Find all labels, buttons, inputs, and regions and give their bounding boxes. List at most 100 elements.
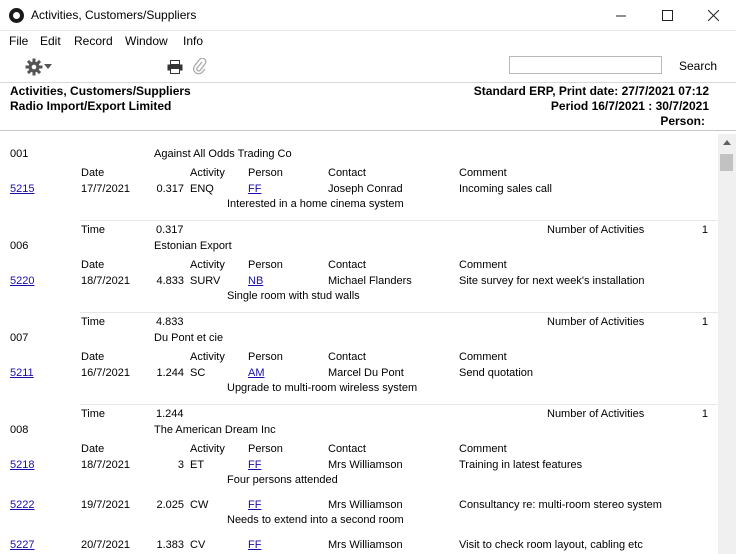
menu-info[interactable]: Info	[183, 34, 203, 48]
activity-time: 2.025	[156, 499, 184, 511]
person-link[interactable]: FF	[248, 499, 261, 511]
activity-number-link[interactable]: 5211	[10, 367, 34, 379]
minimize-button[interactable]	[598, 0, 644, 31]
column-header-contact: Contact	[328, 351, 366, 363]
column-header-date: Date	[81, 259, 105, 271]
column-header-comment: Comment	[459, 351, 507, 363]
activity-number-link[interactable]: 5222	[10, 499, 34, 511]
paperclip-icon[interactable]	[193, 58, 207, 76]
total-time: 4.833	[156, 316, 184, 328]
activity-text: Needs to extend into a second room	[227, 514, 404, 526]
number-of-activities: 1	[701, 408, 708, 420]
window-title: Activities, Customers/Suppliers	[31, 8, 197, 22]
customer-code: 006	[10, 240, 29, 252]
number-of-activities-label: Number of Activities	[547, 408, 645, 420]
maximize-icon	[661, 10, 673, 21]
column-header-activity: Activity	[190, 351, 225, 363]
customer-name: The American Dream Inc	[154, 424, 276, 436]
person-link[interactable]: FF	[248, 539, 261, 551]
title-bar: Activities, Customers/Suppliers	[0, 0, 736, 31]
column-header-person: Person	[248, 351, 283, 363]
menu-window[interactable]: Window	[125, 34, 168, 48]
column-header-activity: Activity	[190, 259, 225, 271]
menu-file[interactable]: File	[9, 34, 28, 48]
activity-type: SURV	[190, 275, 221, 287]
number-of-activities-label: Number of Activities	[547, 316, 645, 328]
report-body: 001 Against All Odds Trading Co Date Act…	[0, 134, 718, 554]
activity-date: 19/7/2021	[81, 499, 130, 511]
activity-contact: Mrs Williamson	[328, 499, 403, 511]
search-button[interactable]: Search	[679, 59, 717, 73]
column-header-contact: Contact	[328, 167, 366, 179]
vertical-scrollbar[interactable]	[718, 134, 736, 554]
activity-time: 1.383	[156, 539, 184, 551]
activity-comment: Site survey for next week's installation	[459, 275, 645, 287]
column-header-comment: Comment	[459, 167, 507, 179]
chevron-down-icon[interactable]	[44, 64, 52, 69]
activity-date: 16/7/2021	[81, 367, 130, 379]
number-of-activities-label: Number of Activities	[547, 224, 645, 236]
activity-time: 4.833	[156, 275, 184, 287]
gear-icon[interactable]	[25, 58, 43, 76]
number-of-activities: 1	[701, 316, 708, 328]
scroll-thumb[interactable]	[720, 154, 733, 171]
activity-contact: Joseph Conrad	[328, 183, 403, 195]
column-header-activity: Activity	[190, 167, 225, 179]
activity-type: CV	[190, 539, 206, 551]
activity-date: 18/7/2021	[81, 275, 130, 287]
total-time: 0.317	[156, 224, 184, 236]
activity-comment: Consultancy re: multi-room stereo system	[459, 499, 662, 511]
activity-contact: Marcel Du Pont	[328, 367, 404, 379]
activity-time: 1.244	[156, 367, 184, 379]
time-label: Time	[81, 224, 106, 236]
search-input[interactable]	[509, 56, 662, 74]
divider	[80, 404, 718, 405]
period-range: Period 16/7/2021 : 30/7/2021	[550, 99, 709, 113]
activity-contact: Mrs Williamson	[328, 539, 403, 551]
activity-time: 0.317	[156, 183, 184, 195]
customer-code: 007	[10, 332, 29, 344]
activity-type: CW	[190, 499, 209, 511]
report-header: Activities, Customers/Suppliers Radio Im…	[0, 83, 736, 131]
activity-number-link[interactable]: 5227	[10, 539, 34, 551]
menu-edit[interactable]: Edit	[40, 34, 61, 48]
activity-text: Upgrade to multi-room wireless system	[227, 382, 418, 394]
activity-comment: Send quotation	[459, 367, 534, 379]
company-name: Radio Import/Export Limited	[10, 99, 172, 113]
activity-number-link[interactable]: 5220	[10, 275, 34, 287]
person-link[interactable]: AM	[248, 367, 265, 379]
menu-record[interactable]: Record	[74, 34, 113, 48]
scroll-up-button[interactable]	[718, 134, 736, 150]
time-label: Time	[81, 316, 106, 328]
activity-type: SC	[190, 367, 206, 379]
activity-text: Four persons attended	[227, 474, 338, 486]
activity-comment: Training in latest features	[459, 459, 583, 471]
maximize-button[interactable]	[644, 0, 690, 31]
person-link[interactable]: FF	[248, 459, 261, 471]
minimize-icon	[615, 15, 626, 17]
report-title: Activities, Customers/Suppliers	[10, 84, 191, 98]
activity-time: 3	[177, 459, 184, 471]
activity-text: Single room with stud walls	[227, 290, 360, 302]
activity-date: 20/7/2021	[81, 539, 130, 551]
printer-icon[interactable]	[167, 60, 183, 74]
time-label: Time	[81, 408, 106, 420]
number-of-activities: 1	[701, 224, 708, 236]
print-info: Standard ERP, Print date: 27/7/2021 07:1…	[473, 84, 709, 98]
column-header-person: Person	[248, 167, 283, 179]
column-header-date: Date	[81, 443, 105, 455]
activity-number-link[interactable]: 5215	[10, 183, 34, 195]
column-header-date: Date	[81, 167, 105, 179]
activity-text: Interested in a home cinema system	[227, 198, 404, 210]
person-link[interactable]: FF	[248, 183, 261, 195]
column-header-date: Date	[81, 351, 105, 363]
customer-name: Against All Odds Trading Co	[154, 148, 292, 160]
activity-number-link[interactable]: 5218	[10, 459, 34, 471]
divider	[80, 220, 718, 221]
activity-type: ET	[190, 459, 205, 471]
close-button[interactable]	[690, 0, 736, 31]
customer-code: 008	[10, 424, 29, 436]
column-header-activity: Activity	[190, 443, 225, 455]
person-link[interactable]: NB	[248, 275, 263, 287]
menu-bar: File Edit Record Window Info	[0, 31, 736, 51]
